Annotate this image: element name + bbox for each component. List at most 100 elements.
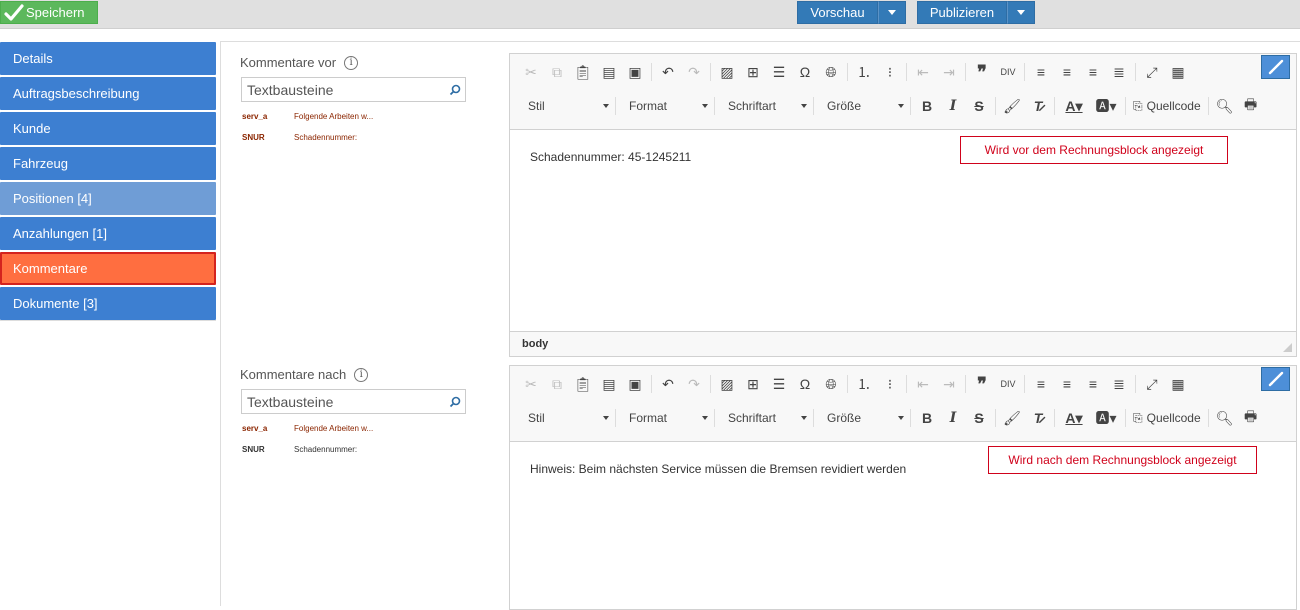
text-color-icon[interactable]: A▾ bbox=[1058, 94, 1090, 118]
blockquote-icon[interactable]: ❞ bbox=[969, 60, 995, 84]
sidebar-item-anzahlungen[interactable]: Anzahlungen [1] bbox=[0, 217, 216, 250]
italic-icon[interactable]: I bbox=[940, 94, 966, 118]
cut-icon[interactable]: ✂ bbox=[518, 372, 544, 396]
indent-icon[interactable]: ⇥ bbox=[936, 60, 962, 84]
remove-format-icon[interactable]: T̷ bbox=[1025, 406, 1051, 430]
paste-text-icon[interactable]: ▤ bbox=[596, 60, 622, 84]
brush-icon[interactable] bbox=[1261, 55, 1290, 79]
redo-icon[interactable]: ↷ bbox=[681, 372, 707, 396]
publish-button[interactable]: Publizieren bbox=[917, 1, 1007, 24]
table-icon[interactable]: ⊞ bbox=[740, 372, 766, 396]
undo-icon[interactable]: ↶ bbox=[655, 372, 681, 396]
bg-color-icon[interactable]: 🅰︎▾ bbox=[1090, 94, 1122, 118]
undo-icon[interactable]: ↶ bbox=[655, 60, 681, 84]
copy-icon[interactable]: ⧉ bbox=[544, 372, 570, 396]
bg-color-icon[interactable]: 🅰︎▾ bbox=[1090, 406, 1122, 430]
snippet-item[interactable]: SNUR Schadennummer: bbox=[242, 133, 357, 142]
search-icon[interactable] bbox=[445, 84, 465, 96]
sidebar-item-kommentare[interactable]: Kommentare bbox=[0, 252, 216, 285]
search-input[interactable] bbox=[242, 78, 445, 101]
font-combo[interactable]: Schriftart bbox=[718, 406, 810, 430]
snippet-item[interactable]: serv_a Folgende Arbeiten w... bbox=[242, 112, 373, 121]
align-justify-icon[interactable]: ≣ bbox=[1106, 60, 1132, 84]
source-button[interactable]: ⎘ Quellcode bbox=[1129, 94, 1205, 118]
preview-button[interactable]: Vorschau bbox=[797, 1, 878, 24]
format-combo[interactable]: Format bbox=[619, 94, 711, 118]
style-combo[interactable]: Stil bbox=[518, 406, 612, 430]
size-combo[interactable]: Größe bbox=[817, 406, 907, 430]
align-right-icon[interactable]: ≡ bbox=[1080, 60, 1106, 84]
horizontal-rule-icon[interactable]: ☰ bbox=[766, 372, 792, 396]
search-icon[interactable] bbox=[445, 396, 465, 408]
element-path[interactable]: body bbox=[522, 338, 548, 350]
show-blocks-icon[interactable]: ▦ bbox=[1165, 372, 1191, 396]
source-button[interactable]: ⎘ Quellcode bbox=[1129, 406, 1205, 430]
preview-icon[interactable]: 🔍︎ bbox=[1212, 94, 1238, 118]
preview-icon[interactable]: 🔍︎ bbox=[1212, 406, 1238, 430]
strikethrough-icon[interactable]: S bbox=[966, 406, 992, 430]
copy-icon[interactable]: ⧉ bbox=[544, 60, 570, 84]
align-justify-icon[interactable]: ≣ bbox=[1106, 372, 1132, 396]
cut-icon[interactable]: ✂ bbox=[518, 60, 544, 84]
sidebar-item-fahrzeug[interactable]: Fahrzeug bbox=[0, 147, 216, 180]
copy-format-icon[interactable]: 🖌︎ bbox=[999, 406, 1025, 430]
align-center-icon[interactable]: ≡ bbox=[1054, 372, 1080, 396]
sidebar-item-auftragsbeschreibung[interactable]: Auftragsbeschreibung bbox=[0, 77, 216, 110]
sidebar-item-details[interactable]: Details bbox=[0, 42, 216, 75]
bold-icon[interactable]: B bbox=[914, 94, 940, 118]
paste-word-icon[interactable]: ▣ bbox=[622, 60, 648, 84]
paste-icon[interactable]: 📋︎ bbox=[570, 372, 596, 396]
outdent-icon[interactable]: ⇤ bbox=[910, 60, 936, 84]
image-icon[interactable]: ▨ bbox=[714, 372, 740, 396]
sidebar-item-dokumente[interactable]: Dokumente [3] bbox=[0, 287, 216, 320]
maximize-icon[interactable]: ⤢ bbox=[1139, 372, 1165, 396]
strikethrough-icon[interactable]: S bbox=[966, 94, 992, 118]
print-icon[interactable]: 🖶 bbox=[1238, 94, 1264, 118]
align-center-icon[interactable]: ≡ bbox=[1054, 60, 1080, 84]
size-combo[interactable]: Größe bbox=[817, 94, 907, 118]
copy-format-icon[interactable]: 🖌︎ bbox=[999, 94, 1025, 118]
indent-icon[interactable]: ⇥ bbox=[936, 372, 962, 396]
bullet-list-icon[interactable]: ⁝ bbox=[877, 372, 903, 396]
font-combo[interactable]: Schriftart bbox=[718, 94, 810, 118]
publish-dropdown-toggle[interactable] bbox=[1007, 1, 1035, 24]
search-input[interactable] bbox=[242, 390, 445, 413]
redo-icon[interactable]: ↷ bbox=[681, 60, 707, 84]
numbered-list-icon[interactable]: ⒈ bbox=[851, 372, 877, 396]
numbered-list-icon[interactable]: ⒈ bbox=[851, 60, 877, 84]
show-blocks-icon[interactable]: ▦ bbox=[1165, 60, 1191, 84]
bullet-list-icon[interactable]: ⁝ bbox=[877, 60, 903, 84]
snippet-item[interactable]: serv_a Folgende Arbeiten w... bbox=[242, 424, 373, 433]
link-globe-icon[interactable]: 🌐︎ bbox=[818, 60, 844, 84]
info-icon[interactable]: i bbox=[354, 367, 369, 382]
special-char-icon[interactable]: Ω bbox=[792, 60, 818, 84]
bold-icon[interactable]: B bbox=[914, 406, 940, 430]
blockquote-icon[interactable]: ❞ bbox=[969, 372, 995, 396]
maximize-icon[interactable]: ⤢ bbox=[1139, 60, 1165, 84]
info-icon[interactable]: i bbox=[344, 55, 359, 70]
text-color-icon[interactable]: A▾ bbox=[1058, 406, 1090, 430]
align-left-icon[interactable]: ≡ bbox=[1028, 60, 1054, 84]
paste-text-icon[interactable]: ▤ bbox=[596, 372, 622, 396]
brush-icon[interactable] bbox=[1261, 367, 1290, 391]
remove-format-icon[interactable]: T̷ bbox=[1025, 94, 1051, 118]
italic-icon[interactable]: I bbox=[940, 406, 966, 430]
link-globe-icon[interactable]: 🌐︎ bbox=[818, 372, 844, 396]
resize-handle-icon[interactable] bbox=[1283, 343, 1292, 352]
snippet-item[interactable]: SNUR Schadennummer: bbox=[242, 445, 357, 454]
sidebar-item-kunde[interactable]: Kunde bbox=[0, 112, 216, 145]
image-icon[interactable]: ▨ bbox=[714, 60, 740, 84]
div-container-icon[interactable]: DIV bbox=[995, 60, 1021, 84]
outdent-icon[interactable]: ⇤ bbox=[910, 372, 936, 396]
paste-icon[interactable]: 📋︎ bbox=[570, 60, 596, 84]
format-combo[interactable]: Format bbox=[619, 406, 711, 430]
print-icon[interactable]: 🖶 bbox=[1238, 406, 1264, 430]
div-container-icon[interactable]: DIV bbox=[995, 372, 1021, 396]
align-left-icon[interactable]: ≡ bbox=[1028, 372, 1054, 396]
preview-dropdown-toggle[interactable] bbox=[878, 1, 906, 24]
align-right-icon[interactable]: ≡ bbox=[1080, 372, 1106, 396]
style-combo[interactable]: Stil bbox=[518, 94, 612, 118]
sidebar-item-positionen[interactable]: Positionen [4] bbox=[0, 182, 216, 215]
save-button[interactable]: Speichern bbox=[0, 1, 98, 24]
paste-word-icon[interactable]: ▣ bbox=[622, 372, 648, 396]
